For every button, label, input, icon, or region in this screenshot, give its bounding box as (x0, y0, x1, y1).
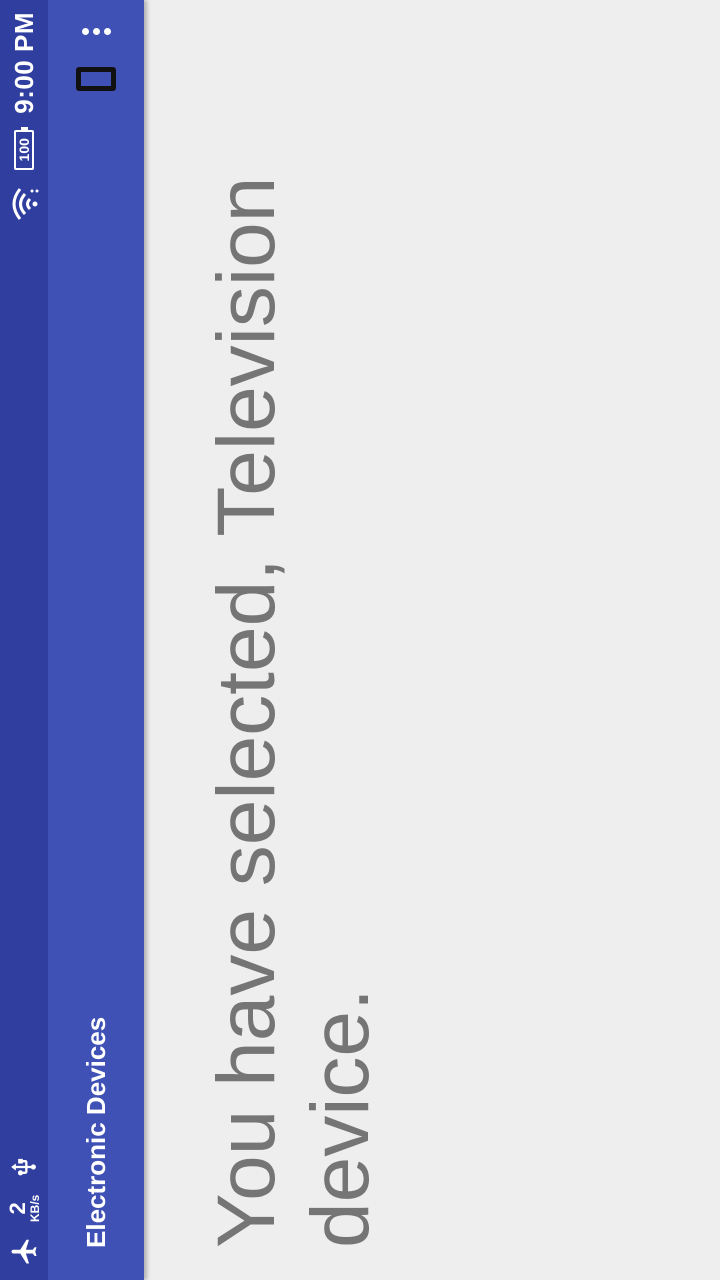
network-speed: 2 KB/s (5, 1194, 42, 1222)
network-speed-value: 2 (5, 1202, 30, 1215)
wifi-icon (12, 187, 39, 220)
airplane-icon (11, 1239, 37, 1264)
overflow-menu-icon[interactable] (81, 24, 111, 39)
usb-icon (11, 1158, 36, 1176)
status-bar: 2 KB/s 100 9:00 PM (0, 0, 48, 1280)
battery-level: 100 (16, 138, 32, 162)
overflow-dot (81, 28, 89, 35)
toolbar-actions (48, 24, 144, 91)
overflow-dot (92, 28, 100, 35)
app-toolbar: Electronic Devices (48, 0, 144, 1280)
status-bar-right: 100 9:00 PM (0, 12, 48, 222)
app-screen: 2 KB/s 100 9:00 PM Electronic Devices Yo… (0, 0, 720, 1280)
status-bar-left: 2 KB/s (0, 1153, 48, 1266)
battery-icon: 100 (14, 129, 34, 170)
clock: 9:00 PM (8, 12, 39, 114)
network-speed-unit: KB/s (28, 1194, 42, 1222)
overflow-dot (103, 28, 111, 35)
toolbar-title: Electronic Devices (80, 1016, 111, 1248)
screen-rotation-icon[interactable] (76, 67, 116, 91)
selection-message: You have selected, Television device. (201, 176, 386, 1248)
